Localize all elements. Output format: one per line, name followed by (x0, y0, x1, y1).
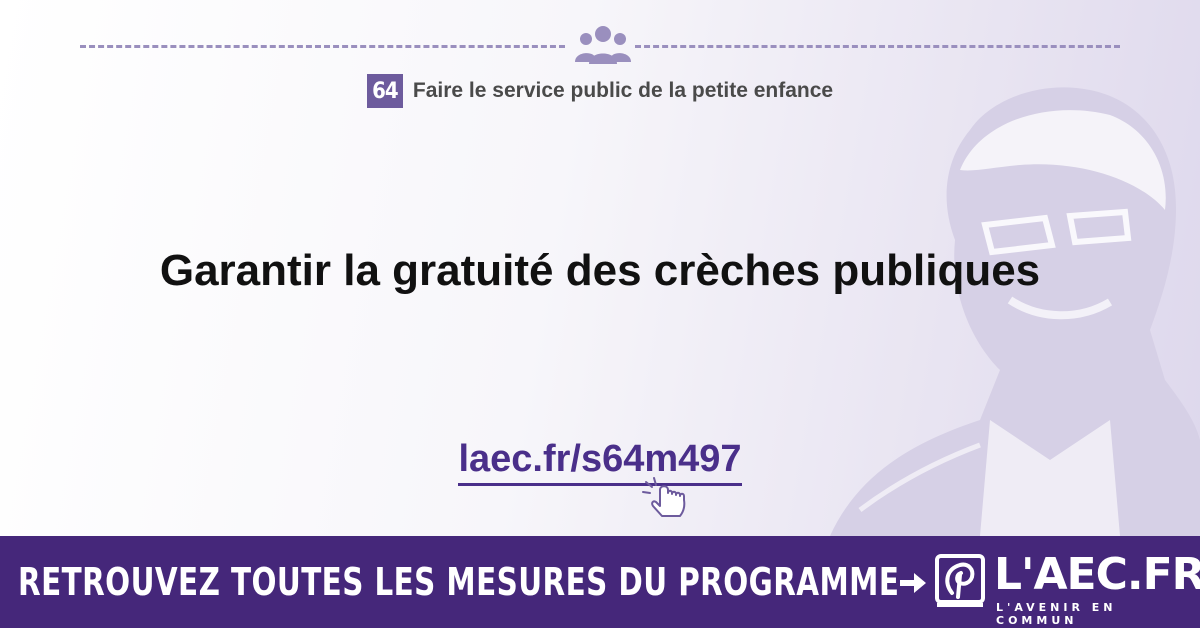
measure-number-badge: 64 (366, 74, 403, 108)
measure-header: 64 Faire le service public de la petite … (0, 74, 1200, 108)
header-rule (80, 26, 1120, 64)
people-group-icon (575, 26, 631, 64)
laec-logo-icon (935, 554, 985, 607)
page-title: Garantir la gratuité des crèches publiqu… (159, 246, 1041, 295)
pointing-hand-click-icon (642, 477, 686, 517)
logo-tagline: L'AVENIR EN COMMUN (996, 601, 1117, 627)
logo-wordmark[interactable]: L'AEC.FR (994, 549, 1200, 600)
arrow-right-icon (900, 573, 926, 593)
dashed-divider-right (635, 45, 1120, 48)
short-link-container: laec.fr/s64m497 (0, 438, 1200, 486)
dashed-divider-left (80, 45, 565, 48)
banner-text: RETROUVEZ TOUTES LES MESURES DU PROGRAMM… (18, 560, 900, 604)
short-link[interactable]: laec.fr/s64m497 (458, 438, 742, 486)
measure-subtitle: Faire le service public de la petite enf… (412, 79, 834, 102)
